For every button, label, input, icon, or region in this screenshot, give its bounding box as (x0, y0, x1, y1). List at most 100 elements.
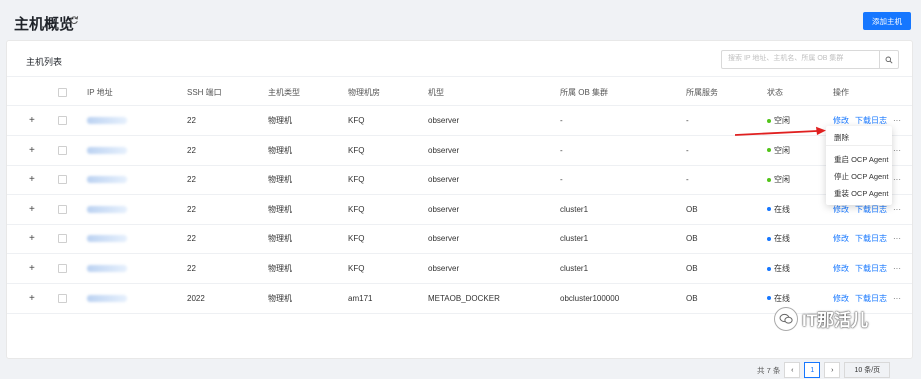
ip-address-redacted[interactable] (87, 205, 127, 213)
edit-link[interactable]: 修改 (833, 263, 849, 274)
download-log-link[interactable]: 下载日志 (855, 293, 887, 304)
search-box (721, 50, 899, 69)
menu-item-restart-agent[interactable]: 重启 OCP Agent (834, 154, 888, 165)
host-type: 物理机 (268, 175, 292, 185)
machine-room: KFQ (348, 116, 365, 125)
page-button-current[interactable]: 1 (804, 362, 821, 378)
ip-address-redacted[interactable] (87, 294, 127, 302)
expand-row-icon[interactable]: + (29, 293, 35, 304)
download-log-link[interactable]: 下载日志 (855, 233, 887, 244)
more-actions-icon[interactable]: ··· (893, 234, 901, 243)
row-checkbox[interactable] (58, 234, 67, 244)
edit-link[interactable]: 修改 (833, 293, 849, 304)
machine-model: observer (428, 145, 460, 155)
column-header: 操作 (833, 87, 849, 97)
service: OB (686, 234, 698, 244)
menu-item-stop-agent[interactable]: 停止 OCP Agent (834, 171, 888, 182)
ip-address-redacted[interactable] (87, 235, 127, 243)
row-checkbox[interactable] (58, 204, 67, 214)
column-header: 主机类型 (268, 87, 300, 97)
page-header: 主机概览 添加主机 (0, 0, 921, 38)
table-row[interactable]: +22 物理机 KFQ observer cluster1 OB 在线 修改 下载日志 ··· (7, 195, 912, 225)
table-row[interactable]: +22物理机KFQobserver--空闲修改下载日志··· (7, 165, 912, 196)
ip-address-redacted[interactable] (87, 146, 127, 154)
status-dot (767, 177, 771, 182)
ip-cell (87, 106, 127, 135)
edit-link[interactable]: 修改 (833, 233, 849, 244)
column-header: 所属服务 (686, 87, 718, 97)
expand-cell: + (29, 165, 35, 194)
watermark: IT那活儿 (774, 306, 868, 331)
ip-address-redacted[interactable] (87, 176, 127, 184)
select-cell (58, 254, 67, 283)
expand-row-icon[interactable]: + (29, 174, 35, 185)
expand-row-icon[interactable]: + (29, 233, 35, 244)
expand-row-icon[interactable]: + (29, 204, 35, 215)
download-log-link[interactable]: 下载日志 (855, 115, 887, 126)
machine-room: KFQ (348, 234, 365, 244)
machine-model: observer (428, 175, 460, 185)
page-title: 主机概览 (14, 16, 75, 33)
status-dot (767, 296, 771, 301)
menu-item-delete[interactable]: 删除 (834, 132, 849, 143)
refresh-icon[interactable] (69, 15, 79, 25)
download-log-link[interactable]: 下载日志 (855, 263, 887, 274)
wechat-icon (774, 306, 798, 331)
status-text: 空闲 (774, 175, 790, 185)
expand-cell: + (29, 254, 35, 283)
status-dot (767, 236, 771, 241)
select-cell (58, 136, 67, 165)
ob-cluster: cluster1 (560, 264, 589, 273)
service: OB (686, 293, 698, 303)
select-all-checkbox[interactable] (58, 87, 67, 97)
search-button[interactable] (879, 51, 898, 68)
more-actions-icon[interactable]: ··· (893, 116, 901, 125)
row-checkbox[interactable] (58, 293, 67, 303)
pagination: 共 7 条 ‹ 1 › 10 条/页 (757, 361, 891, 379)
expand-row-icon[interactable]: + (29, 115, 35, 126)
row-checkbox[interactable] (58, 116, 67, 125)
divider (7, 76, 912, 77)
more-actions-icon[interactable]: ··· (893, 264, 901, 273)
expand-cell: + (29, 106, 35, 135)
status-cell: 在线 (767, 254, 790, 283)
actions-cell: 修改下载日志 ··· (833, 254, 901, 283)
ssh-port: 22 (187, 204, 196, 214)
table-row[interactable]: +22物理机KFQobserver--空闲修改下载日志··· (7, 136, 912, 166)
next-page-button[interactable]: › (824, 362, 841, 378)
expand-row-icon[interactable]: + (29, 145, 35, 156)
ob-cluster: cluster1 (560, 204, 589, 214)
machine-room: am171 (348, 293, 373, 303)
annotation-arrow (735, 126, 826, 136)
expand-row-icon[interactable]: + (29, 263, 35, 274)
add-host-button[interactable]: 添加主机 (863, 12, 911, 30)
table-row[interactable]: +22 物理机 KFQ observer cluster1 OB 在线 修改 下载日志 ··· (7, 224, 912, 255)
ip-address-redacted[interactable] (87, 265, 127, 272)
search-input[interactable] (722, 51, 878, 66)
edit-link[interactable]: 修改 (833, 204, 849, 215)
status-text: 在线 (774, 264, 790, 273)
machine-room: KFQ (348, 264, 365, 273)
column-header: 机型 (428, 87, 444, 97)
select-cell (58, 165, 67, 194)
ssh-port: 22 (187, 116, 196, 125)
select-cell (58, 106, 67, 135)
row-checkbox[interactable] (58, 264, 67, 273)
row-checkbox[interactable] (58, 145, 67, 155)
machine-model: observer (428, 234, 460, 244)
menu-item-reinstall-agent[interactable]: 重装 OCP Agent (834, 188, 888, 199)
more-actions-icon[interactable]: ··· (893, 146, 901, 155)
more-actions-icon[interactable]: ··· (893, 175, 901, 184)
page-size-select[interactable]: 10 条/页 (844, 362, 891, 378)
row-checkbox[interactable] (58, 175, 67, 185)
ip-address-redacted[interactable] (87, 117, 127, 124)
status-cell: 空闲 (767, 165, 790, 194)
more-actions-icon[interactable]: ··· (893, 205, 901, 214)
more-actions-icon[interactable]: ··· (893, 294, 901, 303)
edit-link[interactable]: 修改 (833, 115, 849, 126)
prev-page-button[interactable]: ‹ (784, 362, 801, 378)
status-cell: 在线 (767, 224, 790, 253)
column-header: SSH 端口 (187, 87, 222, 97)
table-row[interactable]: +22 物理机 KFQ observer cluster1 OB 在线 修改 下载日志 ··· (7, 254, 912, 284)
download-log-link[interactable]: 下载日志 (855, 204, 887, 215)
